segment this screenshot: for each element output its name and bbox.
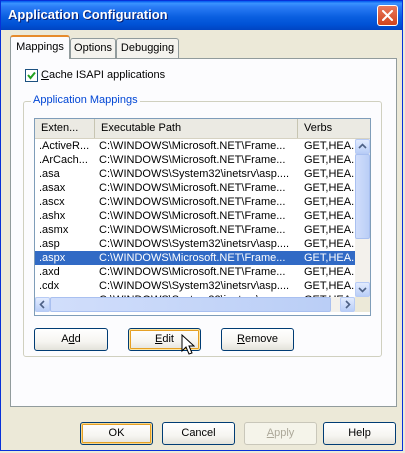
cell-executable-path: C:\WINDOWS\Microsoft.NET\Frame... [99, 210, 286, 222]
table-row[interactable]: .cdx C:\WINDOWS\System32\inetsrv\asp.... G… [35, 279, 355, 293]
cell-executable-path: C:\WINDOWS\Microsoft.NET\Frame... [99, 266, 286, 278]
tab-options[interactable]: Options [70, 38, 116, 58]
cell-verbs: GET,HEA... [304, 210, 355, 222]
column-header-extension[interactable]: Exten... [35, 119, 95, 138]
cell-extension: .ashx [39, 210, 66, 222]
cell-extension: .ArCach... [39, 154, 88, 166]
cell-extension: .cdx [39, 280, 60, 292]
cell-executable-path: C:\WINDOWS\Microsoft.NET\Frame... [99, 154, 286, 166]
cell-verbs: GET,HEA... [304, 182, 355, 194]
cell-verbs: GET,HEA... [304, 140, 355, 152]
horizontal-scrollbar[interactable] [35, 297, 355, 312]
checkmark-icon [27, 71, 36, 80]
arrow-left-icon [39, 300, 45, 309]
cancel-button[interactable]: Cancel [162, 422, 235, 445]
table-row[interactable]: .ActiveR... C:\WINDOWS\Microsoft.NET\Fram… [35, 139, 355, 153]
table-row[interactable]: .ascx C:\WINDOWS\Microsoft.NET\Frame... GE… [35, 195, 355, 209]
apply-button[interactable]: Apply [244, 422, 317, 445]
cell-executable-path: C:\WINDOWS\System32\inetsrv\asp.... [99, 238, 290, 250]
add-button[interactable]: Add [34, 328, 108, 351]
arrow-right-icon [345, 300, 351, 309]
cell-verbs: GET,HEA... [304, 168, 355, 180]
title-bar[interactable]: Application Configuration [1, 1, 402, 30]
window-title: Application Configuration [8, 7, 168, 22]
close-button[interactable] [377, 5, 398, 26]
cell-executable-path: C:\WINDOWS\Microsoft.NET\Frame... [99, 182, 286, 194]
mouse-pointer-icon [181, 334, 195, 355]
column-header-verbs[interactable]: Verbs [298, 119, 370, 138]
cell-extension: .axd [39, 266, 60, 278]
cell-extension: .asax [39, 182, 66, 194]
table-row[interactable]: .asp C:\WINDOWS\System32\inetsrv\asp.... G… [35, 237, 355, 251]
cell-extension: .asa [39, 168, 60, 180]
ok-button[interactable]: OK [80, 422, 153, 445]
table-row[interactable]: .ArCach... C:\WINDOWS\Microsoft.NET\Frame… [35, 153, 355, 167]
tab-options-label: Options [74, 42, 112, 54]
scroll-up-button[interactable] [355, 139, 370, 154]
dialog-window: Application Configuration Mappings Optio… [0, 0, 403, 451]
table-row[interactable]: .asa C:\WINDOWS\System32\inetsrv\asp.... G… [35, 167, 355, 181]
help-button[interactable]: Help [323, 422, 396, 445]
cell-extension: .ActiveR... [39, 140, 90, 152]
cell-extension: .ascx [39, 196, 65, 208]
tab-mappings[interactable]: Mappings [10, 35, 70, 59]
vertical-scroll-thumb[interactable] [355, 154, 370, 239]
cell-verbs: GET,HEA... [304, 224, 355, 236]
scrollbar-corner [355, 297, 370, 312]
cell-verbs: GET,HEA... [304, 196, 355, 208]
tab-debugging[interactable]: Debugging [116, 38, 179, 58]
cell-extension: .asmx [39, 224, 69, 236]
cell-executable-path: C:\WINDOWS\Microsoft.NET\Frame... [99, 196, 286, 208]
cell-executable-path: C:\WINDOWS\Microsoft.NET\Frame... [99, 224, 286, 236]
mappings-list[interactable]: Exten... Executable Path Verbs .ActiveR.… [34, 118, 371, 316]
table-row[interactable]: .ashx C:\WINDOWS\Microsoft.NET\Frame... GE… [35, 209, 355, 223]
column-header-executable-path[interactable]: Executable Path [95, 119, 298, 138]
remove-button[interactable]: Remove [221, 328, 294, 351]
cache-isapi-label[interactable]: Cache ISAPI applications [41, 69, 165, 81]
vertical-scrollbar[interactable] [355, 139, 370, 297]
cell-verbs: GET,HEA... [304, 238, 355, 250]
table-row[interactable]: .axd C:\WINDOWS\Microsoft.NET\Frame... GET… [35, 265, 355, 279]
scroll-left-button[interactable] [35, 297, 50, 312]
cell-verbs: GET,HEA... [304, 266, 355, 278]
cell-executable-path: C:\WINDOWS\System32\inetsrv\asp.... [99, 168, 290, 180]
scroll-right-button[interactable] [340, 297, 355, 312]
table-row[interactable]: .aspx C:\WINDOWS\Microsoft.NET\Frame... GE… [35, 251, 355, 265]
table-row[interactable]: .asax C:\WINDOWS\Microsoft.NET\Frame... GE… [35, 181, 355, 195]
close-icon [382, 10, 393, 21]
cell-executable-path: C:\WINDOWS\Microsoft.NET\Frame... [99, 252, 286, 264]
arrow-down-icon [358, 287, 367, 293]
group-legend: Application Mappings [31, 94, 140, 106]
list-header: Exten... Executable Path Verbs [35, 119, 370, 139]
cell-verbs: GET,HEA... [304, 280, 355, 292]
cell-extension: .asp [39, 238, 60, 250]
horizontal-scroll-thumb[interactable] [50, 297, 331, 312]
cell-executable-path: C:\WINDOWS\Microsoft.NET\Frame... [99, 140, 286, 152]
cell-verbs: GET,HEA... [304, 252, 355, 264]
tab-mappings-label: Mappings [16, 41, 64, 53]
tab-debugging-label: Debugging [120, 42, 175, 54]
cache-isapi-checkbox[interactable] [25, 69, 38, 82]
table-row[interactable]: .asmx C:\WINDOWS\Microsoft.NET\Frame... GE… [35, 223, 355, 237]
arrow-up-icon [358, 143, 367, 149]
cell-executable-path: C:\WINDOWS\System32\inetsrv\asp.... [99, 280, 290, 292]
scroll-down-button[interactable] [355, 282, 370, 297]
cell-verbs: GET,HEA... [304, 154, 355, 166]
cell-extension: .aspx [39, 252, 66, 264]
